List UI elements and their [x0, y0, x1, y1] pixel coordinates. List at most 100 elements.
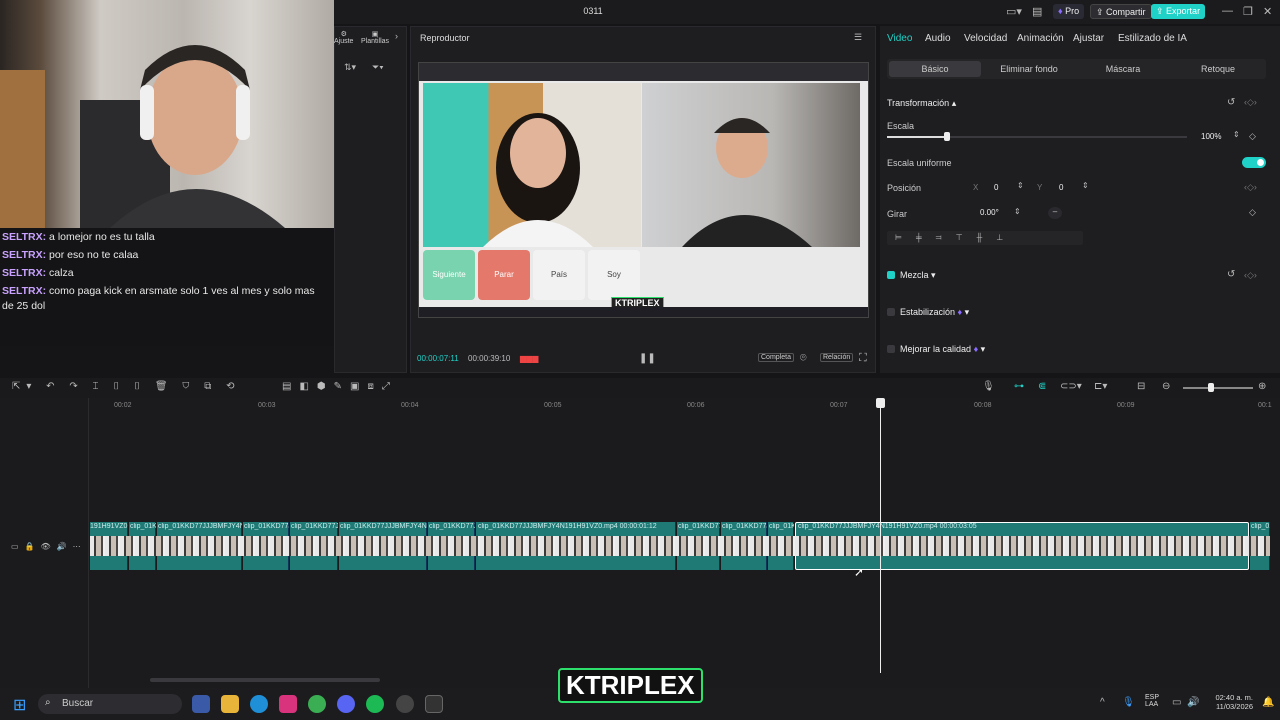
keyframe-icon[interactable]: ◇ [1249, 131, 1256, 142]
preview-axis-icon[interactable]: ⊏▾ [1094, 381, 1107, 392]
panel-icon[interactable]: ▤ [1032, 5, 1042, 18]
chrome-icon[interactable] [308, 695, 326, 713]
blend-heading[interactable]: Mezcla ▾ [900, 270, 936, 281]
keyframe-icon[interactable]: ‹◇› [1244, 270, 1257, 281]
spotify-icon[interactable] [366, 695, 384, 713]
stabilize-checkbox[interactable] [887, 308, 895, 316]
caption-icon[interactable]: ⊟ [1137, 381, 1145, 392]
tray-chevron-icon[interactable]: ^ [1100, 697, 1105, 708]
reset-icon[interactable]: ↺ [1227, 269, 1235, 280]
zoom-slider[interactable] [1183, 387, 1253, 389]
align-toolbar[interactable]: ⊨╪⫤⊤╫⊥ [887, 231, 1083, 245]
position-label: Posición [887, 183, 922, 193]
ratio-button[interactable]: Relación [820, 353, 854, 362]
filter-icon[interactable]: ⏷▾ [372, 62, 384, 73]
tab-ai-style[interactable]: Estilizado de IA [1118, 33, 1187, 44]
layout-icon[interactable]: ▭▾ [1006, 5, 1022, 18]
sort-icon[interactable]: ⇅▾ [344, 62, 356, 73]
edit-tools[interactable]: ⇱▾ ↶ ↷ ⌶ ⌷ ⌷ 🗑 ⛉ ⧉ ⟲ [12, 381, 241, 392]
enhance-checkbox[interactable] [887, 345, 895, 353]
export-button[interactable]: ⇪ Exportar [1151, 4, 1206, 19]
maximize-icon[interactable]: ❐ [1243, 5, 1253, 18]
uniform-scale-toggle[interactable] [1242, 157, 1266, 168]
stabilize-heading[interactable]: Estabilización ♦ ▾ [900, 307, 969, 318]
network-icon[interactable]: ▭ [1172, 697, 1181, 708]
stop-button[interactable]: Parar [478, 250, 530, 300]
clip-thumbnails [90, 536, 1270, 556]
zoom-slider-handle[interactable] [1208, 383, 1214, 392]
magnet-icon[interactable]: ⋐ [1038, 381, 1046, 392]
timeline-scrollbar[interactable] [150, 678, 380, 682]
tab-adjust[interactable]: Ajustar [1073, 33, 1104, 44]
folder-icon[interactable] [221, 695, 239, 713]
subtab-retouch[interactable]: Retoque [1172, 62, 1264, 76]
rotate-input[interactable]: 0.00° [980, 208, 999, 217]
zoom-out-icon[interactable]: ⊖ [1162, 381, 1170, 392]
store-icon[interactable] [192, 695, 210, 713]
track-controls[interactable]: ▭🔒👁🔊⋯ [11, 542, 87, 551]
stepper-icon[interactable]: ⇕ [1014, 207, 1021, 216]
x-label: X [973, 183, 979, 192]
scale-slider[interactable] [887, 136, 1187, 138]
subtab-remove-bg[interactable]: Eliminar fondo [985, 62, 1073, 76]
reset-icon[interactable]: ↺ [1227, 97, 1235, 108]
zoom-in-icon[interactable]: ⊕ [1258, 381, 1266, 392]
windows-start-icon[interactable]: ⊞ [13, 695, 26, 715]
link-icon[interactable]: ⊶ [1014, 381, 1024, 392]
clock[interactable]: 02:40 a. m. 11/03/2026 [1208, 693, 1253, 711]
pause-icon[interactable]: ❚❚ [639, 353, 656, 364]
menu-icon[interactable]: ☰ [854, 32, 862, 43]
country-button[interactable]: País [533, 250, 585, 300]
rotate-dial[interactable]: – [1048, 207, 1062, 219]
notification-icon[interactable]: 🔔 [1262, 697, 1274, 708]
stepper-icon[interactable]: ⇕ [1233, 130, 1240, 139]
subtab-mask[interactable]: Máscara [1078, 62, 1168, 76]
complete-button[interactable]: Completa [758, 353, 794, 362]
tab-animation[interactable]: Animación [1017, 33, 1064, 44]
scale-slider-handle[interactable] [944, 132, 950, 141]
ajuste-tab[interactable]: ⚙ Ajuste [334, 30, 353, 45]
ruler-tick: 00:02 [114, 402, 132, 409]
mic-tray-icon[interactable]: 🎙 [1122, 697, 1135, 708]
effect-tools[interactable]: ▤◧⬢✎▣⧈⤢ [282, 381, 398, 392]
subtab-basic[interactable]: Básico [889, 61, 981, 77]
stepper-icon[interactable]: ⇕ [1082, 181, 1089, 190]
keyframe-icon[interactable]: ‹◇› [1244, 182, 1257, 193]
app-icon[interactable] [396, 695, 414, 713]
snapshot-icon[interactable]: ⌾ [800, 352, 807, 365]
scale-label: Escala [887, 121, 915, 131]
discord-icon[interactable] [337, 695, 355, 713]
tab-video[interactable]: Video [887, 33, 912, 44]
plantillas-tab[interactable]: ▣ Plantillas [361, 30, 389, 45]
tab-speed[interactable]: Velocidad [964, 33, 1007, 44]
next-button[interactable]: Siguiente [423, 250, 475, 300]
fullscreen-icon[interactable]: ⛶ [859, 352, 867, 365]
ruler-tick: 00:04 [401, 402, 419, 409]
playhead[interactable] [880, 398, 881, 673]
enhance-heading[interactable]: Mejorar la calidad ♦ ▾ [900, 344, 985, 355]
gender-button[interactable]: Soy [588, 250, 640, 300]
taskbar-search[interactable] [38, 694, 182, 714]
keyframe-icon[interactable]: ‹◇› [1244, 97, 1257, 108]
tab-audio[interactable]: Audio [925, 33, 951, 44]
instagram-icon[interactable] [279, 695, 297, 713]
scale-value[interactable]: 100% [1201, 132, 1221, 141]
position-x-input[interactable]: 0 [994, 183, 998, 192]
blend-checkbox[interactable] [887, 271, 895, 279]
stepper-icon[interactable]: ⇕ [1017, 181, 1024, 190]
split-icon[interactable]: ⊂⊃▾ [1060, 381, 1082, 392]
close-icon[interactable]: ✕ [1263, 5, 1272, 18]
share-button[interactable]: ⇪ Compartir [1090, 4, 1152, 19]
capcut-icon[interactable] [425, 695, 443, 713]
pro-badge[interactable]: ♦ Pro [1053, 4, 1085, 19]
chevron-right-icon[interactable]: › [395, 31, 398, 41]
edge-icon[interactable] [250, 695, 268, 713]
playhead-handle[interactable] [876, 398, 885, 408]
volume-icon[interactable]: 🔊 [1187, 697, 1199, 708]
minimize-icon[interactable]: — [1222, 5, 1233, 17]
lang-indicator[interactable]: ESP LAA [1145, 694, 1159, 708]
keyframe-icon[interactable]: ◇ [1249, 207, 1256, 218]
mic-icon[interactable]: 🎙 [982, 381, 995, 392]
position-y-input[interactable]: 0 [1059, 183, 1063, 192]
transform-heading[interactable]: Transformación ▴ [887, 98, 956, 109]
